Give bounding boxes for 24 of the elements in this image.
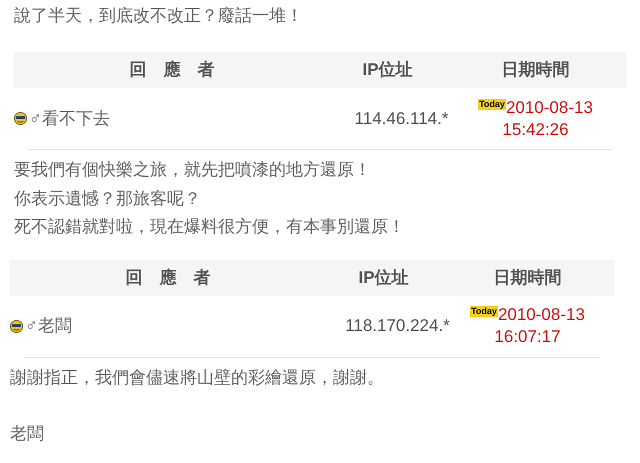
ip-address: 114.46.114.* <box>354 108 450 130</box>
smiley-icon <box>10 320 23 332</box>
intro-text: 說了半天，到底改不改正？廢話一堆！ <box>14 5 304 27</box>
ip-address: 118.170.224.* <box>344 315 451 338</box>
reply-text: 謝謝指正，我們會儘速將山壁的彩繪還原，謝謝。 <box>10 366 385 388</box>
today-badge: Today <box>470 306 498 317</box>
reply-text: 你表示遺憾？那旅客呢？ <box>14 188 202 210</box>
smiley-icon <box>14 112 27 125</box>
column-header: IP位址 <box>357 266 410 289</box>
date-text: 2010-08-13 <box>498 304 585 326</box>
signature-text: 老闆 <box>10 423 45 445</box>
column-header: 日期時間 <box>492 266 562 289</box>
date-text: 2010-08-13 <box>506 96 593 118</box>
time-text: 15:42:26 <box>502 118 569 140</box>
column-header: IP位址 <box>361 59 414 82</box>
column-header: 回 應 者 <box>128 59 216 82</box>
author-name: ♂看不下去 <box>29 108 110 130</box>
author-name: ♂老闆 <box>25 315 72 338</box>
reply-text: 要我們有個快樂之旅，就先把噴漆的地方還原！ <box>14 159 372 181</box>
time-text: 16:07:17 <box>494 326 561 348</box>
reply-text: 死不認錯就對啦，現在爆料很方便，有本事別還原！ <box>14 216 406 238</box>
today-badge: Today <box>478 98 506 110</box>
column-header: 日期時間 <box>500 59 570 82</box>
column-header: 回 應 者 <box>124 266 212 289</box>
